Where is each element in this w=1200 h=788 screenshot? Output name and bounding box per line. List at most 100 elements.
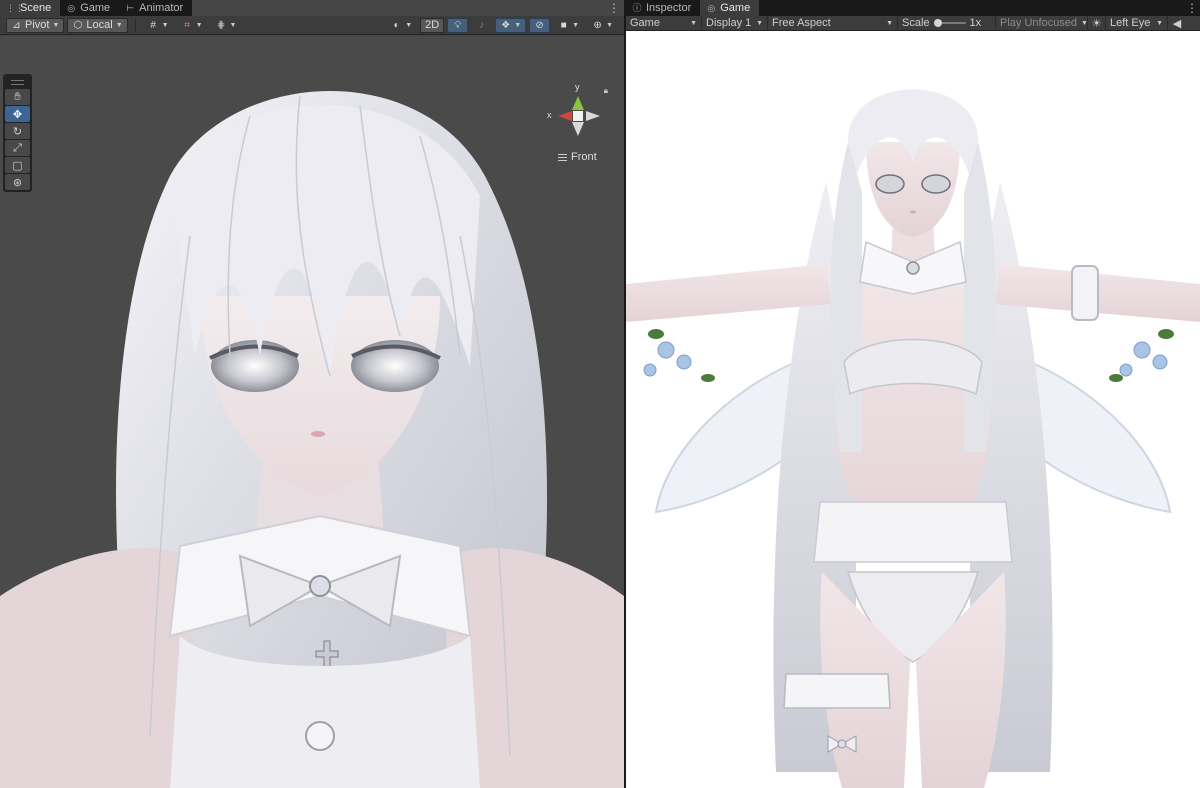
gizmo-view-name[interactable]: Front <box>558 151 597 163</box>
eye-hidden-icon: ⊘ <box>535 19 544 31</box>
chevron-down-icon: ▼ <box>756 19 763 27</box>
scene-tabbar: ⋮⋮ Scene ◎ Game ⊢ Animator <box>0 0 193 16</box>
display-label: Display 1 <box>706 17 752 29</box>
gizmo-globe-icon: ⊕ <box>593 19 602 31</box>
scene-panel-menu-icon[interactable]: ⋮ <box>608 0 620 16</box>
increment-snap-button[interactable]: ⌗ ▼ <box>177 18 208 33</box>
display-dropdown[interactable]: Display 1 ▼ <box>702 15 768 31</box>
tab-scene[interactable]: ⋮⋮ Scene <box>0 0 61 16</box>
speaker-muted-icon: ♪ <box>479 19 485 31</box>
scale-tool-button[interactable]: ⤢ <box>5 140 30 156</box>
play-mode-label: Play Unfocused <box>1000 17 1078 29</box>
local-label: Local <box>86 19 113 31</box>
scene-viewport[interactable]: ✋︎ ✥ ↻ ⤢ ▢ ⊛ y x 🔒︎ Front <box>0 36 624 788</box>
chevron-down-icon: ▼ <box>606 21 613 29</box>
scale-slider-knob[interactable] <box>933 19 942 27</box>
tab-game[interactable]: ◎ Game <box>60 0 119 16</box>
align-button[interactable]: ⋕ ▼ <box>211 18 242 33</box>
game-mode-label: Game <box>630 17 660 29</box>
align-icon: ⋕ <box>216 19 226 31</box>
tab-scene-label: Scene <box>20 2 52 14</box>
hand-tool-button[interactable]: ✋︎ <box>5 89 30 105</box>
transform-tool-button[interactable]: ⊛ <box>5 174 30 190</box>
scale-value: 1x <box>969 17 982 29</box>
audio-button[interactable]: ◀︎ <box>1168 16 1186 31</box>
camera-icon: ■ <box>560 19 567 31</box>
hand-icon: ✋︎ <box>14 90 21 103</box>
chevron-down-icon: ▼ <box>195 21 203 29</box>
tool-palette: ✋︎ ✥ ↻ ⤢ ▢ ⊛ <box>3 74 32 192</box>
lock-icon[interactable]: 🔒︎ <box>604 86 608 96</box>
eye-label: Left Eye <box>1110 17 1151 29</box>
orientation-gizmo[interactable]: y x 🔒︎ Front <box>540 82 620 166</box>
audio-toggle[interactable]: ♪ <box>471 18 492 33</box>
aspect-dropdown[interactable]: Free Aspect ▼ <box>768 15 898 31</box>
aspect-label: Free Aspect <box>772 17 831 29</box>
pivot-dropdown[interactable]: ⊿ Pivot ▼ <box>6 17 65 33</box>
scene-visibility-toggle[interactable]: ⊘ <box>529 17 551 33</box>
effects-dropdown[interactable]: ❖ ▼ <box>495 17 527 33</box>
gamepad-icon: ◎ <box>67 3 76 13</box>
game-panel: ⓘ Inspector ◎ Game ⋮ Game ▼ Display 1 ▼ … <box>626 0 1200 788</box>
toolbar-divider <box>134 18 136 32</box>
hamburger-icon <box>558 153 567 161</box>
play-mode-dropdown[interactable]: Play Unfocused ▼ <box>996 15 1088 31</box>
tab-animator[interactable]: ⊢ Animator <box>119 0 192 16</box>
gizmo-axis-y-label: y <box>575 82 580 92</box>
chevron-down-icon: ▼ <box>1156 19 1163 27</box>
cube-icon: ⬡ <box>73 19 83 31</box>
chevron-down-icon: ▼ <box>690 19 697 27</box>
toggle-2d-button[interactable]: 2D <box>420 17 445 33</box>
shading-sphere-icon: ◐ <box>393 19 400 31</box>
local-dropdown[interactable]: ⬡ Local ▼ <box>67 17 128 33</box>
grid-snap-button[interactable]: # ▼ <box>143 18 174 33</box>
move-tool-button[interactable]: ✥ <box>5 106 30 122</box>
chevron-down-icon: ▼ <box>161 21 169 29</box>
eye-dropdown[interactable]: Left Eye ▼ <box>1106 15 1168 31</box>
chevron-down-icon: ▼ <box>52 21 60 29</box>
chevron-down-icon: ▼ <box>405 21 413 29</box>
tab-game-label: Game <box>80 2 111 14</box>
transform-icon: ⊛ <box>12 176 23 189</box>
rect-icon: ▢ <box>12 159 23 172</box>
tab-game-view[interactable]: ◎ Game <box>700 0 760 16</box>
tab-inspector[interactable]: ⓘ Inspector <box>626 0 700 16</box>
increment-snap-icon: ⌗ <box>184 19 190 31</box>
tab-animator-label: Animator <box>139 2 184 14</box>
chevron-down-icon: ▼ <box>1081 19 1088 27</box>
scene-toolbar: ⊿ Pivot ▼ ⬡ Local ▼ # ▼ ⌗ ▼ ⋕ ▼ ◐ ▼ 2D 💡… <box>0 16 624 35</box>
shading-mode-dropdown[interactable]: ◐ ▼ <box>386 18 417 33</box>
scale-label: Scale <box>902 17 930 29</box>
gizmos-dropdown[interactable]: ⊕ ▼ <box>587 18 618 33</box>
game-tabbar: ⓘ Inspector ◎ Game <box>626 0 1200 16</box>
grid-icon: ⋮⋮ <box>6 3 24 13</box>
stats-button[interactable]: ☀︎ <box>1088 15 1106 31</box>
rotate-tool-button[interactable]: ↻ <box>5 123 30 139</box>
gamepad-icon: ◎ <box>707 3 716 13</box>
game-viewport[interactable] <box>626 32 1200 788</box>
toggle-2d-label: 2D <box>425 19 440 31</box>
gizmo-view-label: Front <box>571 151 597 163</box>
tab-inspector-label: Inspector <box>646 2 692 14</box>
gizmo-axis-x-label: x <box>547 110 552 120</box>
chevron-down-icon: ▼ <box>229 21 237 29</box>
scale-slider[interactable] <box>933 19 966 27</box>
pivot-label: Pivot <box>25 19 50 31</box>
scene-lighting-toggle[interactable]: 💡︎ <box>447 17 469 33</box>
chevron-down-icon: ▼ <box>886 19 893 27</box>
game-mode-dropdown[interactable]: Game ▼ <box>626 15 702 31</box>
speaker-icon: ◀︎ <box>1172 17 1182 30</box>
chevron-down-icon: ▼ <box>115 21 123 29</box>
scale-control: Scale 1x <box>898 15 996 31</box>
scale-icon: ⤢ <box>13 141 22 154</box>
axis-gizmo-graphic <box>558 96 600 136</box>
tab-game-view-label: Game <box>720 2 751 14</box>
game-panel-menu-icon[interactable]: ⋮ <box>1186 0 1198 16</box>
grid-snap-icon: # <box>150 19 156 31</box>
camera-settings-dropdown[interactable]: ■ ▼ <box>553 18 584 33</box>
tool-palette-grip[interactable] <box>5 76 30 88</box>
info-icon: ⓘ <box>632 3 642 13</box>
move-icon: ✥ <box>12 108 23 121</box>
rect-tool-button[interactable]: ▢ <box>5 157 30 173</box>
lightbulb-icon: 💡︎ <box>454 19 462 31</box>
